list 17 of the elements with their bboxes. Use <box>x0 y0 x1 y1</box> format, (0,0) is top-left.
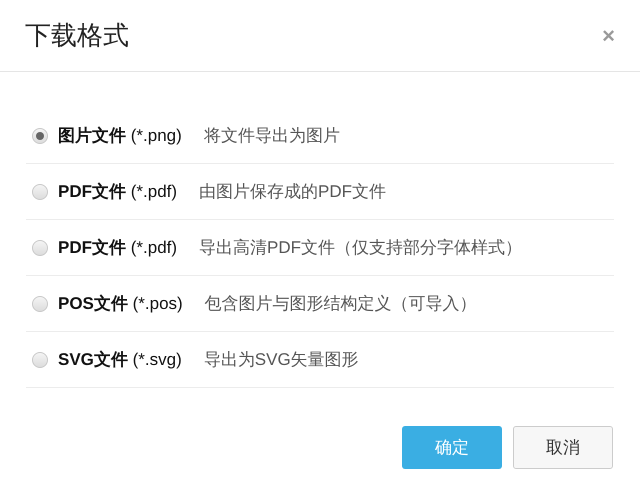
option-description: 包含图片与图形结构定义（可导入） <box>204 292 477 315</box>
option-description: 导出为SVG矢量图形 <box>204 348 359 371</box>
option-label[interactable]: 图片文件 (*.png) <box>58 122 182 148</box>
option-label[interactable]: PDF文件 (*.pdf) <box>58 234 178 260</box>
option-description: 由图片保存成的PDF文件 <box>199 180 386 203</box>
radio-button[interactable] <box>32 352 48 368</box>
radio-button[interactable] <box>32 296 48 312</box>
option-description: 将文件导出为图片 <box>204 124 340 147</box>
cancel-button[interactable]: 取消 <box>513 426 613 469</box>
option-description: 导出高清PDF文件（仅支持部分字体样式） <box>199 236 522 259</box>
radio-button[interactable] <box>32 240 48 256</box>
option-label[interactable]: SVG文件 (*.svg) <box>58 346 182 372</box>
dialog-title: 下载格式 <box>25 19 129 52</box>
radio-button[interactable] <box>32 184 48 200</box>
option-label[interactable]: POS文件 (*.pos) <box>58 290 183 316</box>
radio-button[interactable] <box>32 128 48 144</box>
option-label[interactable]: PDF文件 (*.pdf) <box>58 178 178 204</box>
